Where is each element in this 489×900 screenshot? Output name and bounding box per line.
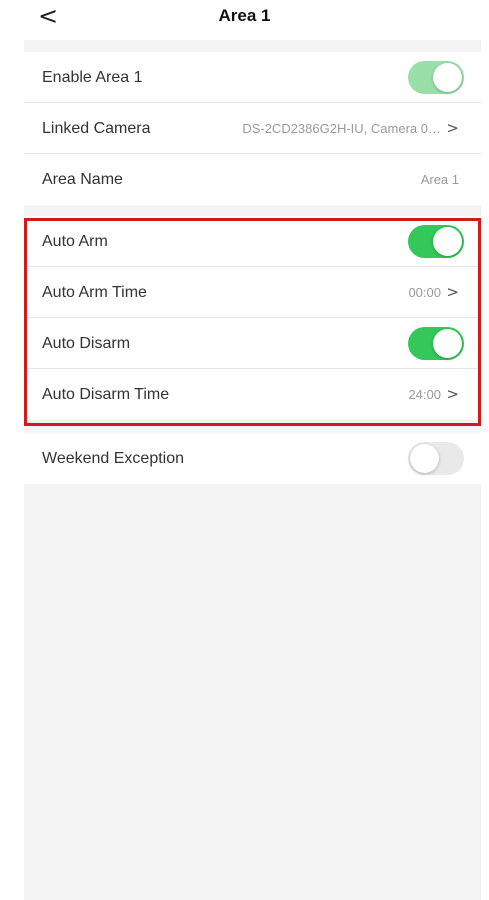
auto-arm-toggle[interactable] bbox=[408, 225, 464, 258]
weekend-exception-group: Weekend Exception bbox=[24, 433, 481, 484]
linked-camera-value: DS-2CD2386G2H-IU, Camera 0… bbox=[242, 121, 441, 136]
chevron-right-icon: > bbox=[446, 119, 459, 137]
chevron-right-icon: > bbox=[446, 385, 459, 403]
navigation-bar: < Area 1 bbox=[0, 0, 489, 40]
auto-disarm-row: Auto Disarm bbox=[24, 318, 481, 369]
auto-arm-label: Auto Arm bbox=[42, 233, 108, 250]
weekend-exception-label: Weekend Exception bbox=[42, 450, 185, 467]
auto-arm-time-row[interactable]: Auto Arm Time 00:00 > bbox=[24, 267, 481, 318]
toggle-knob bbox=[433, 227, 462, 256]
enable-area-label: Enable Area 1 bbox=[42, 69, 143, 86]
auto-arm-time-label: Auto Arm Time bbox=[42, 284, 147, 301]
auto-disarm-time-row[interactable]: Auto Disarm Time 24:00 > bbox=[24, 369, 481, 420]
linked-camera-label: Linked Camera bbox=[42, 120, 151, 137]
weekend-exception-toggle[interactable] bbox=[408, 442, 464, 475]
auto-disarm-toggle[interactable] bbox=[408, 327, 464, 360]
toggle-knob bbox=[433, 329, 462, 358]
page-title: Area 1 bbox=[218, 6, 271, 25]
enable-area-toggle[interactable] bbox=[408, 61, 464, 94]
chevron-right-icon: > bbox=[446, 283, 459, 301]
auto-arm-row: Auto Arm bbox=[24, 216, 481, 267]
linked-camera-row[interactable]: Linked Camera DS-2CD2386G2H-IU, Camera 0… bbox=[24, 103, 481, 154]
auto-arm-time-value: 00:00 bbox=[408, 285, 441, 300]
toggle-knob bbox=[410, 444, 439, 473]
auto-disarm-time-value: 24:00 bbox=[408, 387, 441, 402]
enable-area-row: Enable Area 1 bbox=[24, 52, 481, 103]
area-name-row[interactable]: Area Name Area 1 bbox=[24, 154, 481, 205]
auto-disarm-label: Auto Disarm bbox=[42, 335, 131, 352]
weekend-exception-row: Weekend Exception bbox=[24, 433, 481, 484]
toggle-knob bbox=[433, 63, 462, 92]
auto-disarm-time-label: Auto Disarm Time bbox=[42, 386, 170, 403]
area-settings-group: Enable Area 1 Linked Camera DS-2CD2386G2… bbox=[24, 52, 481, 205]
auto-arm-group: Auto Arm Auto Arm Time 00:00 > Auto Disa… bbox=[24, 216, 481, 420]
area-name-value: Area 1 bbox=[420, 172, 459, 187]
area-name-label: Area Name bbox=[42, 171, 123, 188]
